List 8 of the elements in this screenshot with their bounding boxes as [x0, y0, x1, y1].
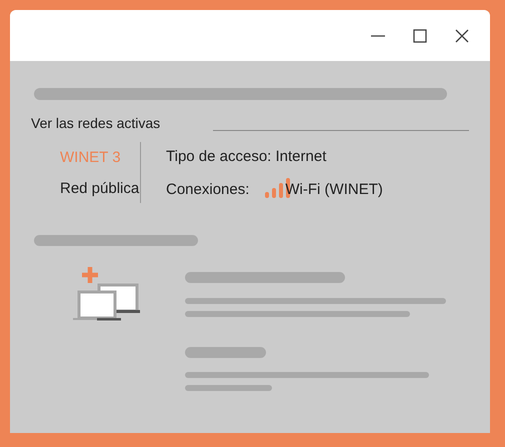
maximize-icon[interactable]	[412, 28, 428, 44]
access-type: Tipo de acceso: Internet	[166, 146, 328, 166]
network-name: WINET 3	[60, 148, 122, 166]
connections-label: Conexiones:	[166, 180, 250, 198]
network-category: Red pública	[60, 178, 140, 198]
section-label: Ver las redes activas	[31, 114, 160, 132]
add-computers-icon	[73, 265, 141, 321]
close-icon[interactable]	[454, 28, 470, 44]
